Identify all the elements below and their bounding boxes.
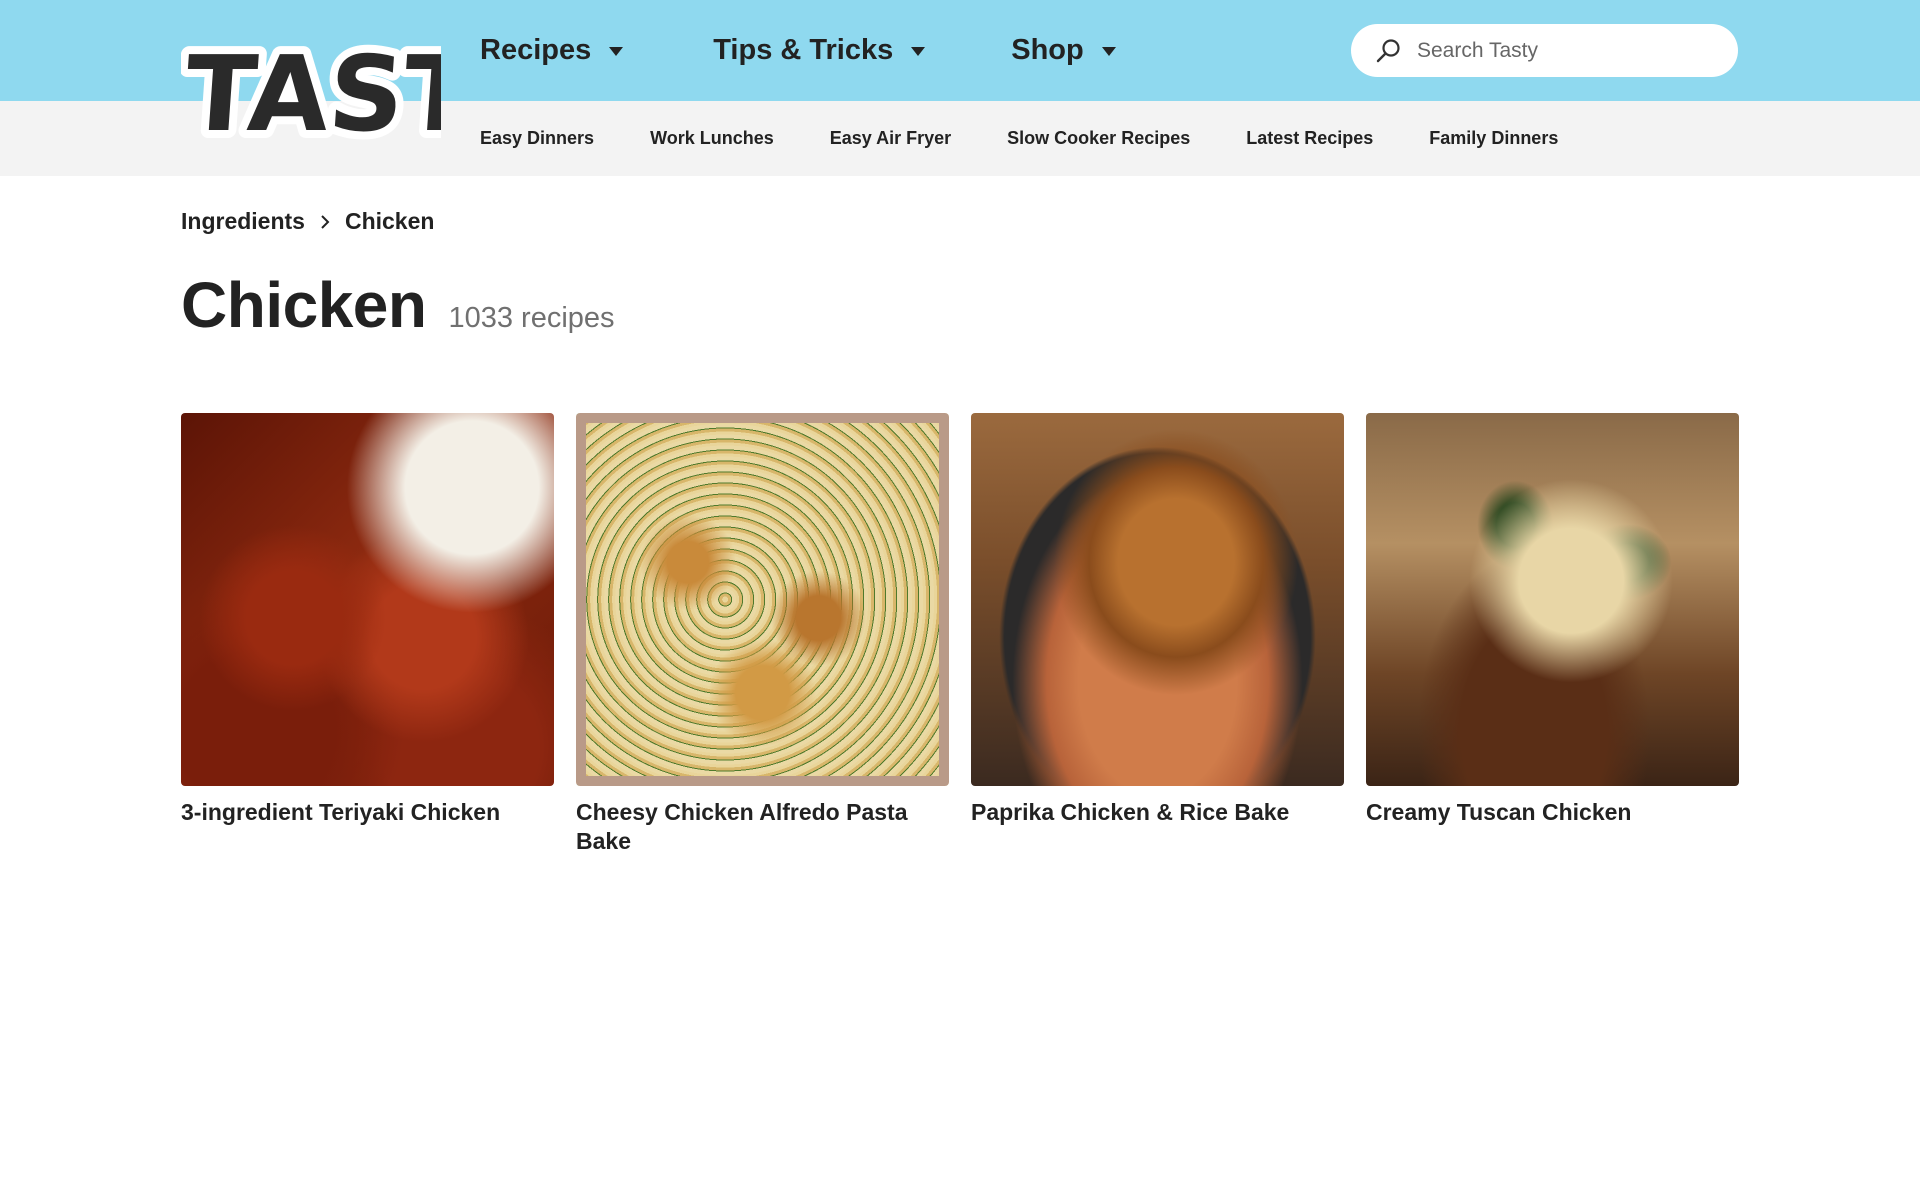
recipe-count: 1033 recipes [448, 302, 615, 334]
recipe-title[interactable]: Creamy Tuscan Chicken [1366, 798, 1739, 827]
nav-shop-dropdown[interactable]: Shop [1011, 34, 1116, 67]
breadcrumb-current: Chicken [344, 208, 435, 234]
search-input[interactable] [1417, 38, 1717, 63]
page-title: Chicken [181, 269, 427, 341]
search-box[interactable] [1351, 24, 1738, 77]
breadcrumb: Ingredients Chicken [181, 208, 434, 235]
svg-text:TASTY: TASTY [181, 33, 441, 150]
sub-nav-easy-dinners[interactable]: Easy Dinners [480, 128, 594, 149]
nav-tips-tricks-dropdown[interactable]: Tips & Tricks [713, 34, 926, 67]
sub-nav-slow-cooker-recipes[interactable]: Slow Cooker Recipes [1007, 128, 1190, 149]
nav-item-label: Tips & Tricks [713, 34, 894, 66]
breadcrumb-ingredients-link[interactable]: Ingredients [181, 208, 305, 235]
sub-nav-work-lunches[interactable]: Work Lunches [650, 128, 774, 149]
recipe-grid: 3-ingredient Teriyaki Chicken Cheesy Chi… [181, 413, 1739, 856]
recipe-image[interactable] [181, 413, 554, 786]
logo-wordmark: TASTY TASTY [173, 25, 564, 163]
recipe-card[interactable]: Cheesy Chicken Alfredo Pasta Bake [576, 413, 949, 856]
tasty-logo[interactable]: TASTY TASTY [173, 18, 564, 163]
recipe-title[interactable]: Paprika Chicken & Rice Bake [971, 798, 1344, 827]
recipe-title[interactable]: 3-ingredient Teriyaki Chicken [181, 798, 554, 827]
chevron-right-icon [319, 213, 331, 231]
nav-recipes-dropdown[interactable]: Recipes [480, 34, 624, 67]
recipe-card[interactable]: Creamy Tuscan Chicken [1366, 413, 1739, 856]
page-heading: Chicken 1033 recipes [181, 268, 615, 342]
caret-down-icon [911, 47, 926, 56]
sub-nav-family-dinners[interactable]: Family Dinners [1429, 128, 1558, 149]
recipe-image[interactable] [971, 413, 1344, 786]
nav-item-label: Recipes [480, 34, 592, 66]
caret-down-icon [609, 47, 624, 56]
sub-nav: Easy Dinners Work Lunches Easy Air Fryer… [480, 101, 1614, 176]
search-icon[interactable] [1373, 36, 1403, 66]
recipe-image[interactable] [576, 413, 949, 786]
recipe-image[interactable] [1366, 413, 1739, 786]
recipe-title[interactable]: Cheesy Chicken Alfredo Pasta Bake [576, 798, 949, 856]
recipe-card[interactable]: Paprika Chicken & Rice Bake [971, 413, 1344, 856]
nav-item-label: Shop [1011, 34, 1084, 66]
sub-nav-latest-recipes[interactable]: Latest Recipes [1246, 128, 1373, 149]
main-nav: Recipes Tips & Tricks Shop [480, 0, 1206, 101]
sub-nav-easy-air-fryer[interactable]: Easy Air Fryer [830, 128, 951, 149]
caret-down-icon [1101, 47, 1116, 56]
recipe-card[interactable]: 3-ingredient Teriyaki Chicken [181, 413, 554, 856]
